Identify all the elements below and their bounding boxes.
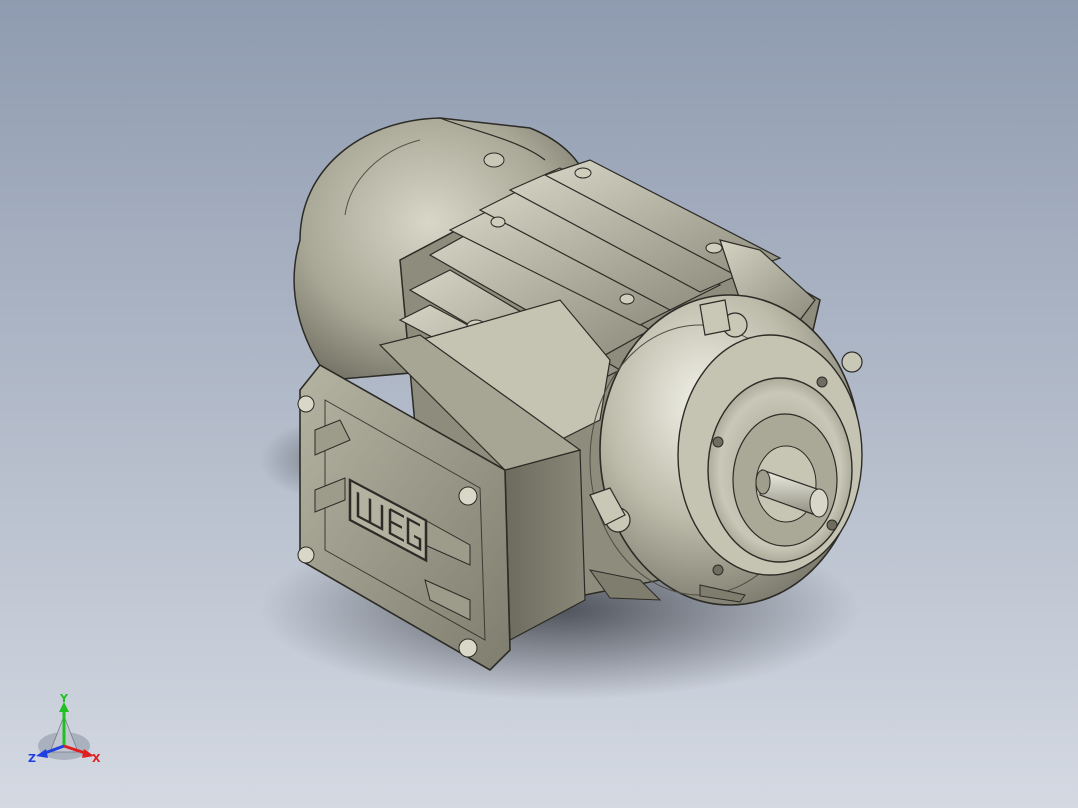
y-axis-label: Y [59,694,69,705]
motor-3d-model[interactable] [0,0,1078,808]
reference-triad: Y X Z [28,694,101,765]
graphics-viewport[interactable]: Y X Z [0,0,1078,808]
z-axis-label: Z [28,752,36,765]
x-axis-label: X [92,752,101,765]
